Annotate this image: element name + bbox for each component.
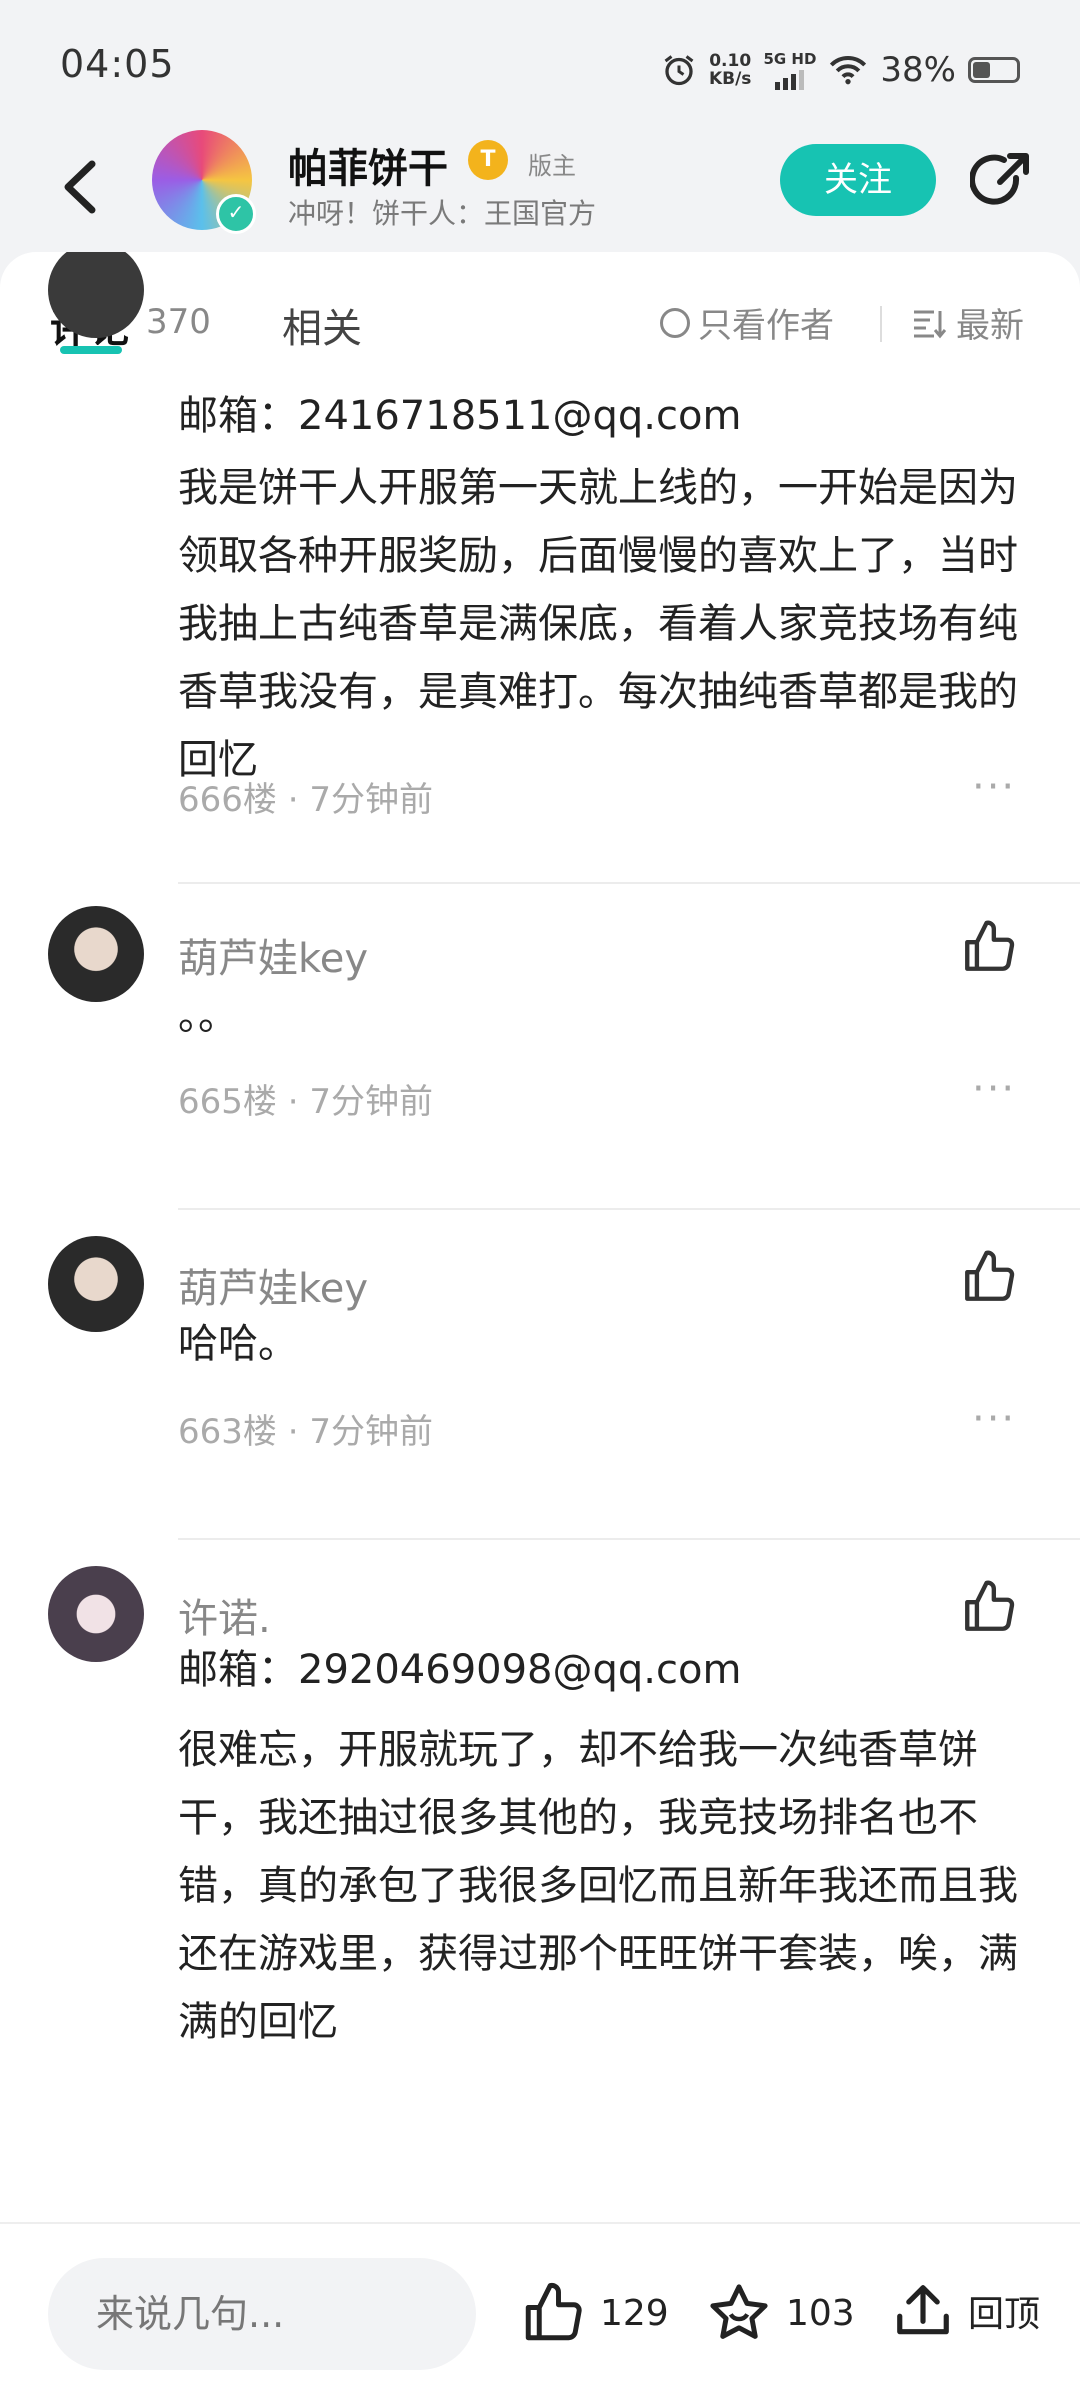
avatar[interactable] <box>48 252 144 338</box>
comment-email: 邮箱：2416718511@qq.com <box>178 393 742 439</box>
back-to-top-label: 回顶 <box>968 2294 1041 2335</box>
share-icon[interactable] <box>970 148 1034 212</box>
favorite-count: 103 <box>786 2292 855 2334</box>
comment-text: 我是饼干人开服第一天就上线的，一开始是因为领取各种开服奖励，后面慢慢的喜欢上了，… <box>178 465 1018 783</box>
comment-meta: 665楼 · 7分钟前 <box>178 1082 433 1122</box>
author-subtitle: 冲呀！饼干人：王国官方 <box>288 197 597 230</box>
author-name[interactable]: 帕菲饼干 <box>288 136 448 194</box>
thumbs-up-icon <box>525 2282 582 2341</box>
net-speed-value: 0.10 <box>709 51 752 71</box>
comment-meta: 663楼 · 7分钟前 <box>178 1412 433 1452</box>
favorite-button[interactable]: 103 <box>706 2280 855 2346</box>
post-header: ✓ 帕菲饼干 T 版主 冲呀！饼干人：王国官方 关注 <box>0 130 1080 250</box>
thumbs-up-icon[interactable] <box>960 1578 1018 1636</box>
status-icons: 0.10 KB/s 5G HD 38% <box>661 40 1020 100</box>
avatar[interactable] <box>48 1566 144 1662</box>
more-options-icon[interactable]: ··· <box>972 1066 1016 1112</box>
status-time: 04:05 <box>60 42 175 86</box>
status-bar: 04:05 0.10 KB/s 5G HD 38% <box>0 0 1080 130</box>
comment-divider <box>178 1538 1080 1540</box>
battery-fill <box>973 62 991 78</box>
like-count: 129 <box>600 2292 669 2334</box>
comments-card: 评论 370 相关 只看作者 最新 邮箱：2416718511@qq.com 我… <box>0 252 1080 2400</box>
avatar[interactable] <box>48 1236 144 1332</box>
wifi-icon <box>830 56 867 85</box>
comment-input[interactable]: 来说几句... <box>48 2258 476 2370</box>
comment-username[interactable]: 葫芦娃key <box>178 1256 368 1314</box>
more-options-icon[interactable]: ··· <box>972 764 1016 810</box>
comment-item: 许诺. 邮箱：2920469098@qq.com 很难忘，开服就玩了，却不给我一… <box>0 1542 1080 2242</box>
battery-percent: 38% <box>880 50 956 90</box>
avatar[interactable] <box>48 906 144 1002</box>
battery-icon <box>968 57 1020 83</box>
back-arrow-icon[interactable] <box>52 152 112 222</box>
comment-text: 很难忘，开服就玩了，却不给我一次纯香草饼干，我还抽过很多其他的，我竞技场排名也不… <box>178 1727 1018 2045</box>
level-badge-icon: T <box>468 140 508 180</box>
net-speed-unit: KB/s <box>708 69 752 89</box>
comment-text: 哈哈。 <box>178 1321 298 1367</box>
comment-text: 。。 <box>178 993 238 1039</box>
upload-arrow-icon <box>897 2285 949 2335</box>
verified-badge-icon: ✓ <box>216 194 256 234</box>
thumbs-up-icon[interactable] <box>960 1248 1018 1306</box>
star-icon <box>710 2284 768 2339</box>
follow-button[interactable]: 关注 <box>780 144 936 216</box>
more-options-icon[interactable]: ··· <box>972 1396 1016 1442</box>
comment-username[interactable]: 葫芦娃key <box>178 926 368 984</box>
signal-group: 5G HD <box>763 50 816 90</box>
thumbs-up-icon[interactable] <box>960 918 1018 976</box>
comment-item: 葫芦娃key 哈哈。 663楼 · 7分钟前 ··· <box>0 1212 1080 1542</box>
comment-meta: 666楼 · 7分钟前 <box>178 780 433 820</box>
alarm-icon <box>664 55 694 86</box>
like-button[interactable]: 129 <box>520 2280 669 2346</box>
comment-divider <box>178 1208 1080 1210</box>
author-avatar[interactable]: ✓ <box>152 130 256 234</box>
bottom-action-bar: 来说几句... 129 103 回顶 <box>0 2222 1080 2402</box>
comment-username[interactable]: 许诺. <box>178 1586 271 1644</box>
net-speed: 0.10 KB/s <box>709 52 751 88</box>
comment-item: 葫芦娃key 。。 665楼 · 7分钟前 ··· <box>0 882 1080 1212</box>
signal-icon <box>774 70 804 90</box>
net-type: 5G HD <box>763 50 817 68</box>
role-label: 版主 <box>528 152 576 180</box>
back-to-top-button[interactable]: 回顶 <box>892 2280 1040 2342</box>
comment-email: 邮箱：2920469098@qq.com <box>178 1647 742 1693</box>
